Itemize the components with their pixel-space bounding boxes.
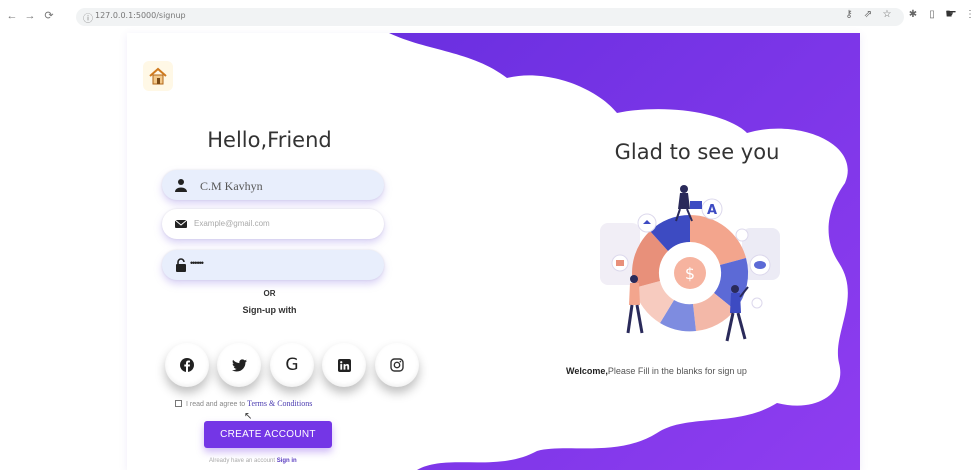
instagram-icon: [390, 358, 404, 372]
google-icon: G: [285, 355, 299, 375]
extensions-icon[interactable]: ✱: [907, 9, 919, 20]
or-label: OR: [263, 289, 276, 298]
sidepanel-icon[interactable]: ▯: [926, 9, 938, 20]
welcome-bold: Welcome,: [566, 366, 608, 376]
panel-title: Glad to see you: [614, 140, 780, 164]
terms-checkbox[interactable]: [175, 400, 182, 407]
terms-link[interactable]: Terms & Conditions: [247, 399, 312, 408]
twitter-icon: [231, 358, 247, 371]
welcome-text: Welcome,Please Fill in the blanks for si…: [566, 366, 747, 376]
svg-text:A: A: [707, 203, 717, 218]
star-icon[interactable]: ☆: [881, 9, 893, 20]
address-bar[interactable]: ⓘ 127.0.0.1:5000/signup: [76, 8, 904, 26]
back-arrow-icon[interactable]: ←: [5, 9, 19, 23]
already-text: Already have an account: [209, 458, 276, 464]
signup-with-label: Sign-up with: [242, 305, 297, 315]
terms-row: I read and agree to Terms & Conditions: [175, 399, 312, 408]
signin-link[interactable]: Sign in: [277, 458, 297, 464]
twitter-button[interactable]: [217, 343, 261, 387]
welcome-message: Please Fill in the blanks for sign up: [607, 366, 747, 376]
envelope-icon: [174, 219, 188, 228]
url-text: 127.0.0.1:5000/signup: [95, 11, 186, 20]
create-account-button[interactable]: CREATE ACCOUNT: [204, 421, 332, 448]
email-field[interactable]: Example@gmail.com: [162, 209, 384, 239]
name-field[interactable]: C.M Kavhyn: [162, 170, 384, 200]
terms-prefix: I read and agree to: [186, 401, 246, 408]
lock-icon: [176, 258, 186, 272]
key-icon[interactable]: ⚷: [843, 9, 855, 20]
user-icon: [175, 179, 187, 192]
share-icon[interactable]: ⇗: [862, 9, 874, 20]
name-value: C.M Kavhyn: [200, 179, 263, 193]
svg-text:$: $: [685, 264, 695, 283]
form-title: Hello,Friend: [207, 128, 332, 152]
password-value: ••••••: [190, 258, 204, 268]
facebook-icon: [180, 358, 194, 372]
reload-icon[interactable]: ⟳: [42, 9, 56, 23]
browser-toolbar: ← → ⟳ ⓘ 127.0.0.1:5000/signup ⚷ ⇗ ☆ ✱ ▯ …: [0, 0, 977, 34]
analytics-illustration: $ A: [600, 185, 780, 342]
home-button[interactable]: [143, 61, 173, 91]
already-account-row: Already have an account Sign in: [209, 458, 297, 464]
signup-card: Hello,Friend C.M Kavhyn Example@gmail.co…: [127, 33, 860, 470]
google-button[interactable]: G: [270, 343, 314, 387]
home-icon: [149, 67, 167, 85]
facebook-button[interactable]: [165, 343, 209, 387]
instagram-button[interactable]: [375, 343, 419, 387]
forward-arrow-icon[interactable]: →: [23, 9, 37, 23]
linkedin-button[interactable]: [322, 343, 366, 387]
info-icon[interactable]: ⓘ: [83, 10, 93, 25]
menu-icon[interactable]: ⋮: [964, 9, 976, 20]
password-field[interactable]: ••••••: [162, 250, 384, 280]
email-placeholder: Example@gmail.com: [194, 219, 270, 228]
hand-cursor-icon[interactable]: ☛: [945, 6, 957, 22]
linkedin-icon: [337, 358, 351, 372]
